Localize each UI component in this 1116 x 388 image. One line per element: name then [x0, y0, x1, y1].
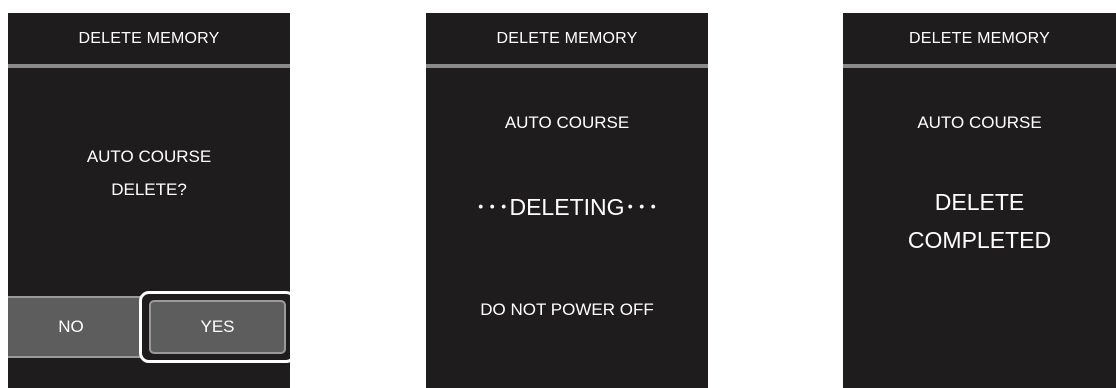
header-divider — [426, 64, 708, 68]
confirm-message-course: AUTO COURSE — [86, 147, 212, 166]
header-divider — [843, 64, 1116, 68]
delete-confirm-screen: DELETE MEMORY AUTO COURSE DELETE? NO YES — [8, 13, 290, 388]
header-divider — [8, 64, 290, 68]
no-button[interactable]: NO — [8, 296, 148, 358]
deleting-status: ･･･DELETING･･･ — [474, 194, 660, 220]
confirm-message-question: DELETE? — [111, 180, 187, 199]
screen-title: DELETE MEMORY — [496, 29, 638, 47]
delete-completed-screen: DELETE MEMORY AUTO COURSE DELETE COMPLET… — [843, 13, 1116, 388]
course-name: AUTO COURSE — [917, 113, 1042, 132]
yes-button-label: YES — [149, 300, 286, 354]
course-name: AUTO COURSE — [504, 113, 630, 132]
deleting-screen: DELETE MEMORY AUTO COURSE ･･･DELETING･･･… — [426, 13, 708, 388]
screen-title: DELETE MEMORY — [909, 29, 1050, 47]
completed-status-line2: COMPLETED — [907, 227, 1052, 253]
power-warning: DO NOT POWER OFF — [480, 300, 654, 319]
yes-button[interactable]: YES — [139, 291, 290, 363]
screen-title: DELETE MEMORY — [78, 29, 220, 47]
completed-status-line1: DELETE — [934, 189, 1025, 215]
